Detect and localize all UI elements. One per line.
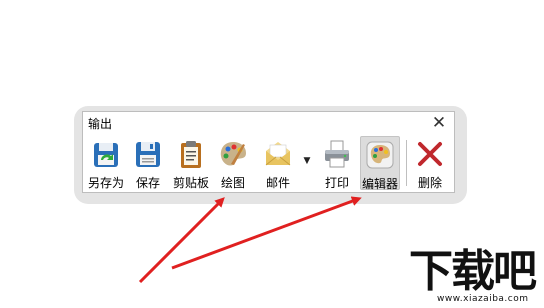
watermark-url: www.xiazaiba.com [437,294,529,304]
site-watermark: 下载吧 www.xiazaiba.com [409,248,541,306]
arrow-to-draw [138,197,225,284]
arrow-to-editor [171,196,362,270]
watermark-logo-text: 下载吧 [409,246,537,297]
